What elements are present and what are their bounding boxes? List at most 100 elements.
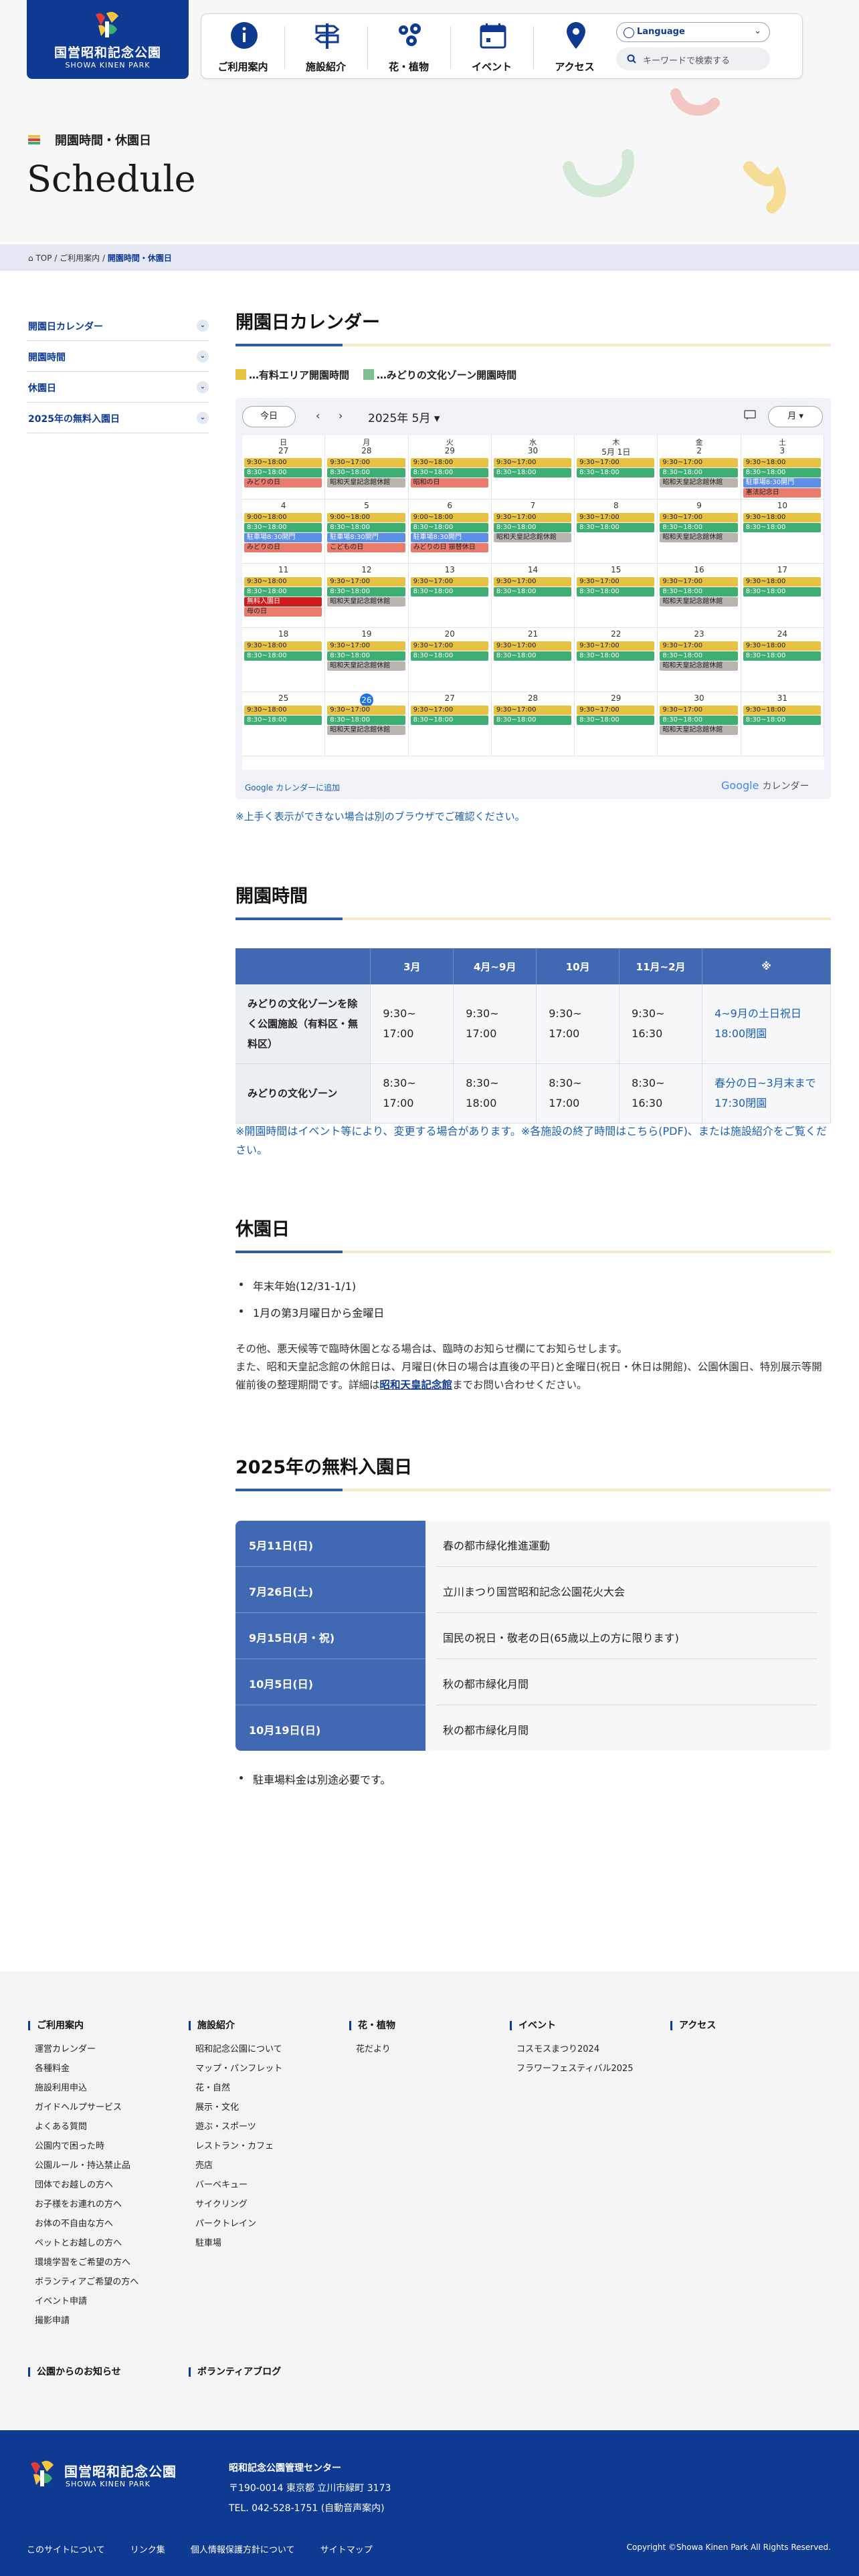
footer-link[interactable]: 展示・文化	[189, 2098, 282, 2117]
calendar-day-cell[interactable]: 14 9:30~17:00 8:30~18:00	[491, 564, 575, 628]
footer-link[interactable]: ガイドヘルプサービス	[28, 2098, 138, 2117]
sidebar-item-calendar[interactable]: 開園日カレンダー ⌄	[27, 310, 209, 341]
calendar-event[interactable]: 昭和天皇記念館休館	[327, 478, 405, 488]
calendar-event[interactable]: 駐車場8:30開門	[743, 478, 821, 488]
calendar-event[interactable]: 母の日	[244, 607, 322, 617]
footer-link-volunteer-blog[interactable]: ボランティアブログ	[189, 2367, 281, 2377]
calendar-day-cell[interactable]: 29 9:30~17:00 8:30~18:00	[575, 692, 658, 756]
calendar-event[interactable]: 9:30~17:00	[410, 641, 488, 651]
calendar-day-cell[interactable]: 22 9:30~17:00 8:30~18:00	[575, 628, 658, 692]
nav-guide[interactable]: ご利用案内	[201, 21, 284, 74]
breadcrumb-guide[interactable]: ご利用案内	[60, 253, 100, 263]
calendar-day-cell[interactable]: 6 9:00~18:00 8:30~18:00 駐車場8:30開門 みどりの日 振替休日	[408, 500, 492, 564]
calendar-day-cell[interactable]: 金 2 9:30~17:00 8:30~18:00 昭和天皇記念館休館	[658, 435, 741, 500]
calendar-event[interactable]: 9:30~17:00	[410, 706, 488, 715]
nav-facilities[interactable]: 施設紹介	[284, 21, 367, 74]
calendar-day-cell[interactable]: 31 9:30~18:00 8:30~18:00	[741, 692, 824, 756]
footer-link[interactable]: サイクリング	[189, 2195, 282, 2214]
footer-link[interactable]: 売店	[189, 2156, 282, 2175]
calendar-event[interactable]: 8:30~18:00	[410, 523, 488, 532]
calendar-day-cell[interactable]: 11 9:30~18:00 8:30~18:00 無料入園日 母の日	[242, 564, 326, 628]
calendar-day-cell[interactable]: 19 9:30~17:00 8:30~18:00 昭和天皇記念館休館	[325, 628, 409, 692]
calendar-event[interactable]: 9:30~17:00	[660, 577, 738, 586]
calendar-event[interactable]: 8:30~18:00	[410, 716, 488, 725]
calendar-event[interactable]: 無料入園日	[244, 597, 322, 607]
calendar-event[interactable]: みどりの日	[244, 543, 322, 552]
calendar-event[interactable]: 8:30~18:00	[410, 468, 488, 477]
next-month-button[interactable]: ›	[339, 409, 343, 422]
site-logo[interactable]: 国営昭和記念公園 SHOWA KINEN PARK	[27, 0, 189, 79]
calendar-event[interactable]: 8:30~18:00	[577, 716, 655, 725]
calendar-day-cell[interactable]: 9 9:30~17:00 8:30~18:00 昭和天皇記念館休館	[658, 500, 741, 564]
sidebar-item-hours[interactable]: 開園時間 ⌄	[27, 341, 209, 372]
calendar-event[interactable]: 8:30~18:00	[244, 523, 322, 532]
footer-link[interactable]: 花・自然	[189, 2078, 282, 2098]
footer-link[interactable]: よくある質問	[28, 2117, 138, 2137]
calendar-day-cell[interactable]: 20 9:30~17:00 8:30~18:00	[408, 628, 492, 692]
footer-link[interactable]: 各種料金	[28, 2059, 138, 2078]
footer-logo[interactable]: 国営昭和記念公園 SHOWA KINEN PARK	[27, 2458, 207, 2492]
prev-month-button[interactable]: ‹	[316, 409, 320, 422]
search-box[interactable]: キーワードで検索する	[616, 47, 770, 70]
calendar-event[interactable]: 昭和天皇記念館休館	[660, 661, 738, 671]
calendar-event[interactable]: 8:30~18:00	[743, 651, 821, 661]
calendar-event[interactable]: 8:30~18:00	[327, 468, 405, 477]
footer-link[interactable]: イベント申請	[28, 2292, 138, 2311]
calendar-event[interactable]: 9:30~17:00	[660, 706, 738, 715]
footer-column-title[interactable]: ご利用案内	[28, 2021, 138, 2030]
calendar-event[interactable]: みどりの日 振替休日	[410, 543, 488, 552]
add-to-google-calendar-link[interactable]: Google カレンダーに追加	[245, 782, 340, 793]
calendar-event[interactable]: 昭和天皇記念館休館	[660, 597, 738, 607]
calendar-day-cell[interactable]: 月 28 9:30~17:00 8:30~18:00 昭和天皇記念館休館	[325, 435, 409, 500]
footer-link[interactable]: 公園ルール・持込禁止品	[28, 2156, 138, 2175]
footer-column-title[interactable]: イベント	[510, 2021, 634, 2030]
calendar-event[interactable]: 8:30~18:00	[493, 716, 572, 725]
footer-link[interactable]: 遊ぶ・スポーツ	[189, 2117, 282, 2137]
footer-link[interactable]: フラワーフェスティバル2025	[510, 2059, 634, 2078]
calendar-event[interactable]: 8:30~18:00	[493, 523, 572, 532]
calendar-day-cell[interactable]: 10 9:30~18:00 8:30~18:00	[741, 500, 824, 564]
calendar-day-cell[interactable]: 23 9:30~17:00 8:30~18:00 昭和天皇記念館休館	[658, 628, 741, 692]
calendar-event[interactable]: 8:30~18:00	[743, 716, 821, 725]
calendar-event[interactable]: 9:30~17:00	[327, 458, 405, 467]
calendar-event[interactable]: 8:30~18:00	[244, 651, 322, 661]
footer-link-news[interactable]: 公園からのお知らせ	[28, 2367, 121, 2377]
calendar-event[interactable]: 8:30~18:00	[743, 587, 821, 597]
calendar-event[interactable]: 9:30~17:00	[660, 641, 738, 651]
footer-link-links[interactable]: リンク集	[130, 2545, 165, 2555]
calendar-event[interactable]: 9:30~17:00	[410, 577, 488, 586]
calendar-event[interactable]: 9:30~18:00	[244, 706, 322, 715]
footer-link[interactable]: マップ・パンフレット	[189, 2059, 282, 2078]
calendar-event[interactable]: 9:30~17:00	[577, 458, 655, 467]
footer-link-sitemap[interactable]: サイトマップ	[320, 2545, 373, 2555]
calendar-day-cell[interactable]: 4 9:00~18:00 8:30~18:00 駐車場8:30開門 みどりの日	[242, 500, 326, 564]
footer-link[interactable]: 花だより	[349, 2040, 395, 2059]
footer-link[interactable]: お子様をお連れの方へ	[28, 2195, 138, 2214]
nav-events[interactable]: イベント	[450, 21, 533, 74]
calendar-event[interactable]: みどりの日	[244, 478, 322, 488]
calendar-event[interactable]: 8:30~18:00	[743, 523, 821, 532]
language-select[interactable]: Language ⌄	[616, 22, 770, 42]
calendar-event[interactable]: 9:00~18:00	[327, 513, 405, 522]
calendar-event[interactable]: 9:30~17:00	[327, 577, 405, 586]
calendar-event[interactable]: 9:30~17:00	[660, 513, 738, 522]
calendar-event[interactable]: 9:30~17:00	[660, 458, 738, 467]
calendar-event[interactable]: 9:30~17:00	[327, 706, 405, 715]
calendar-event[interactable]: 9:00~18:00	[244, 513, 322, 522]
calendar-event[interactable]: 9:30~18:00	[743, 706, 821, 715]
footer-link-about[interactable]: このサイトについて	[27, 2545, 105, 2555]
footer-link[interactable]: ボランティアご希望の方へ	[28, 2272, 138, 2292]
calendar-event[interactable]: 9:30~17:00	[577, 513, 655, 522]
footer-link[interactable]: レストラン・カフェ	[189, 2137, 282, 2156]
calendar-event[interactable]: 8:30~18:00	[410, 587, 488, 597]
calendar-event[interactable]: 9:00~18:00	[410, 513, 488, 522]
footer-link[interactable]: 施設利用申込	[28, 2078, 138, 2098]
calendar-event[interactable]: 8:30~18:00	[410, 651, 488, 661]
calendar-day-cell[interactable]: 16 9:30~17:00 8:30~18:00 昭和天皇記念館休館	[658, 564, 741, 628]
calendar-day-cell[interactable]: 21 9:30~17:00 8:30~18:00	[491, 628, 575, 692]
calendar-event[interactable]: 9:30~17:00	[577, 577, 655, 586]
calendar-event[interactable]: 9:30~17:00	[577, 641, 655, 651]
calendar-event[interactable]: 9:30~18:00	[743, 458, 821, 467]
footer-link[interactable]: お体の不自由な方へ	[28, 2214, 138, 2234]
calendar-event[interactable]: 昭和天皇記念館休館	[660, 533, 738, 542]
